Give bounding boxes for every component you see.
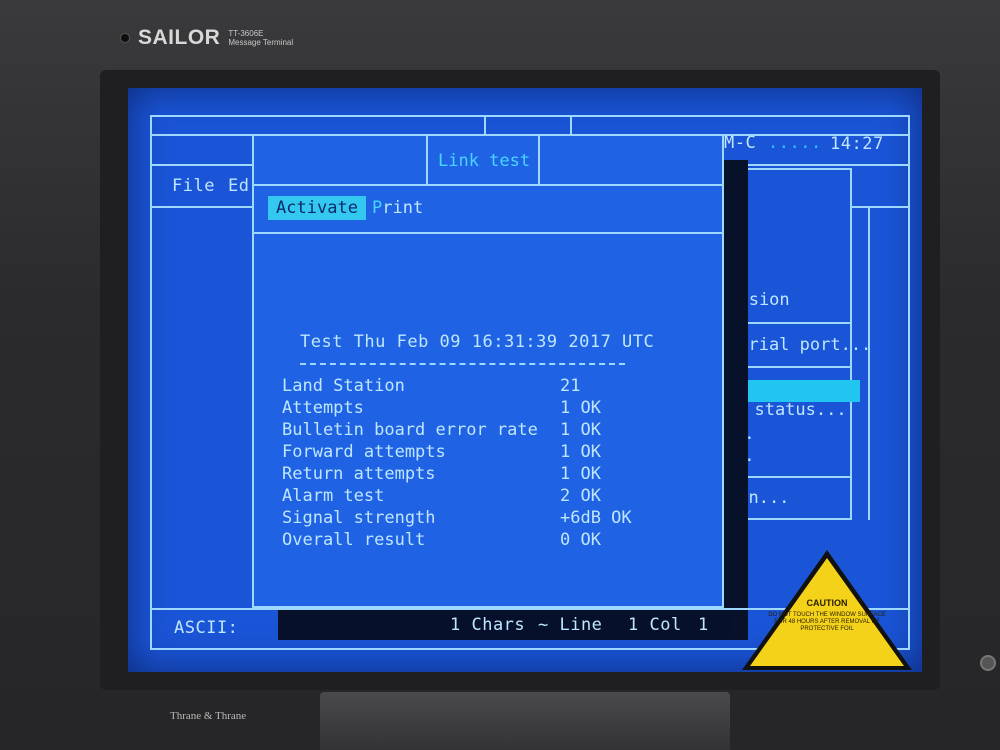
print-label: rint <box>382 198 424 218</box>
result-value: 1 OK <box>560 464 601 484</box>
clock-time: 14:27 <box>830 134 884 154</box>
keyboard-stand <box>320 692 730 750</box>
result-value: 1 OK <box>560 420 601 440</box>
model-description: Message Terminal <box>228 38 294 47</box>
result-value: 0 OK <box>560 530 601 550</box>
result-label: Return attempts <box>282 464 436 484</box>
manufacturer-label: Thrane & Thrane <box>170 710 247 722</box>
caution-body: DO NOT TOUCH THE WINDOW SURFACE FOR 48 H… <box>768 612 886 632</box>
brand-dot-icon <box>120 33 130 43</box>
dialog-toolbar-divider <box>252 232 724 234</box>
result-label: Forward attempts <box>282 442 446 462</box>
column-indicator: 1 Col <box>628 615 682 635</box>
result-value: +6dB OK <box>560 508 632 528</box>
title-divider-1 <box>484 115 486 135</box>
print-hotkey: P <box>372 198 383 218</box>
brand-logo: SAILOR TT-3606E Message Terminal <box>120 26 293 50</box>
result-label: Bulletin board error rate <box>282 420 538 440</box>
result-value: 2 OK <box>560 486 601 506</box>
result-label: Land Station <box>282 376 405 396</box>
mode-dots: ..... <box>768 133 822 153</box>
char-count: 1 Chars <box>450 615 526 635</box>
result-value: 1 OK <box>560 398 601 418</box>
encoding-label: ASCII: <box>174 618 239 638</box>
activate-button[interactable]: Activate <box>268 196 366 220</box>
column-value: 1 <box>698 615 709 635</box>
menu-edit[interactable]: Ed <box>228 176 249 196</box>
result-value: 1 OK <box>560 442 601 462</box>
app-menu-selection-bar <box>732 380 860 402</box>
test-timestamp: Test Thu Feb 09 16:31:39 2017 UTC <box>300 332 655 352</box>
result-value: 21 <box>560 376 581 396</box>
dialog-title-right-divider <box>538 134 540 186</box>
caution-title: CAUTION <box>806 598 848 608</box>
app-menu-item-status[interactable]: r status... <box>734 400 847 420</box>
app-menu-item-serial-port[interactable]: serial port... <box>728 335 871 355</box>
mode-indicator: M-C <box>724 133 757 153</box>
print-button[interactable]: Print <box>372 196 423 220</box>
power-button[interactable] <box>980 655 996 671</box>
result-label: Overall result <box>282 530 426 550</box>
result-label: Alarm test <box>282 486 385 506</box>
app-menu-shadow-edge <box>868 208 870 520</box>
result-label: Attempts <box>282 398 364 418</box>
title-divider-2 <box>570 115 572 135</box>
dialog-title-left-divider <box>426 134 428 186</box>
menu-file[interactable]: File <box>172 176 215 196</box>
line-indicator: ~ Line <box>538 615 603 635</box>
model-number: TT-3606E <box>228 29 264 38</box>
dialog-title: Link test <box>438 151 531 171</box>
brand-model: TT-3606E Message Terminal <box>228 29 293 47</box>
result-label: Signal strength <box>282 508 436 528</box>
dialog-title-divider <box>252 184 724 186</box>
caution-label: CAUTION DO NOT TOUCH THE WINDOW SURFACE … <box>768 598 886 633</box>
header-underline <box>300 363 625 365</box>
brand-name: SAILOR <box>138 26 221 49</box>
